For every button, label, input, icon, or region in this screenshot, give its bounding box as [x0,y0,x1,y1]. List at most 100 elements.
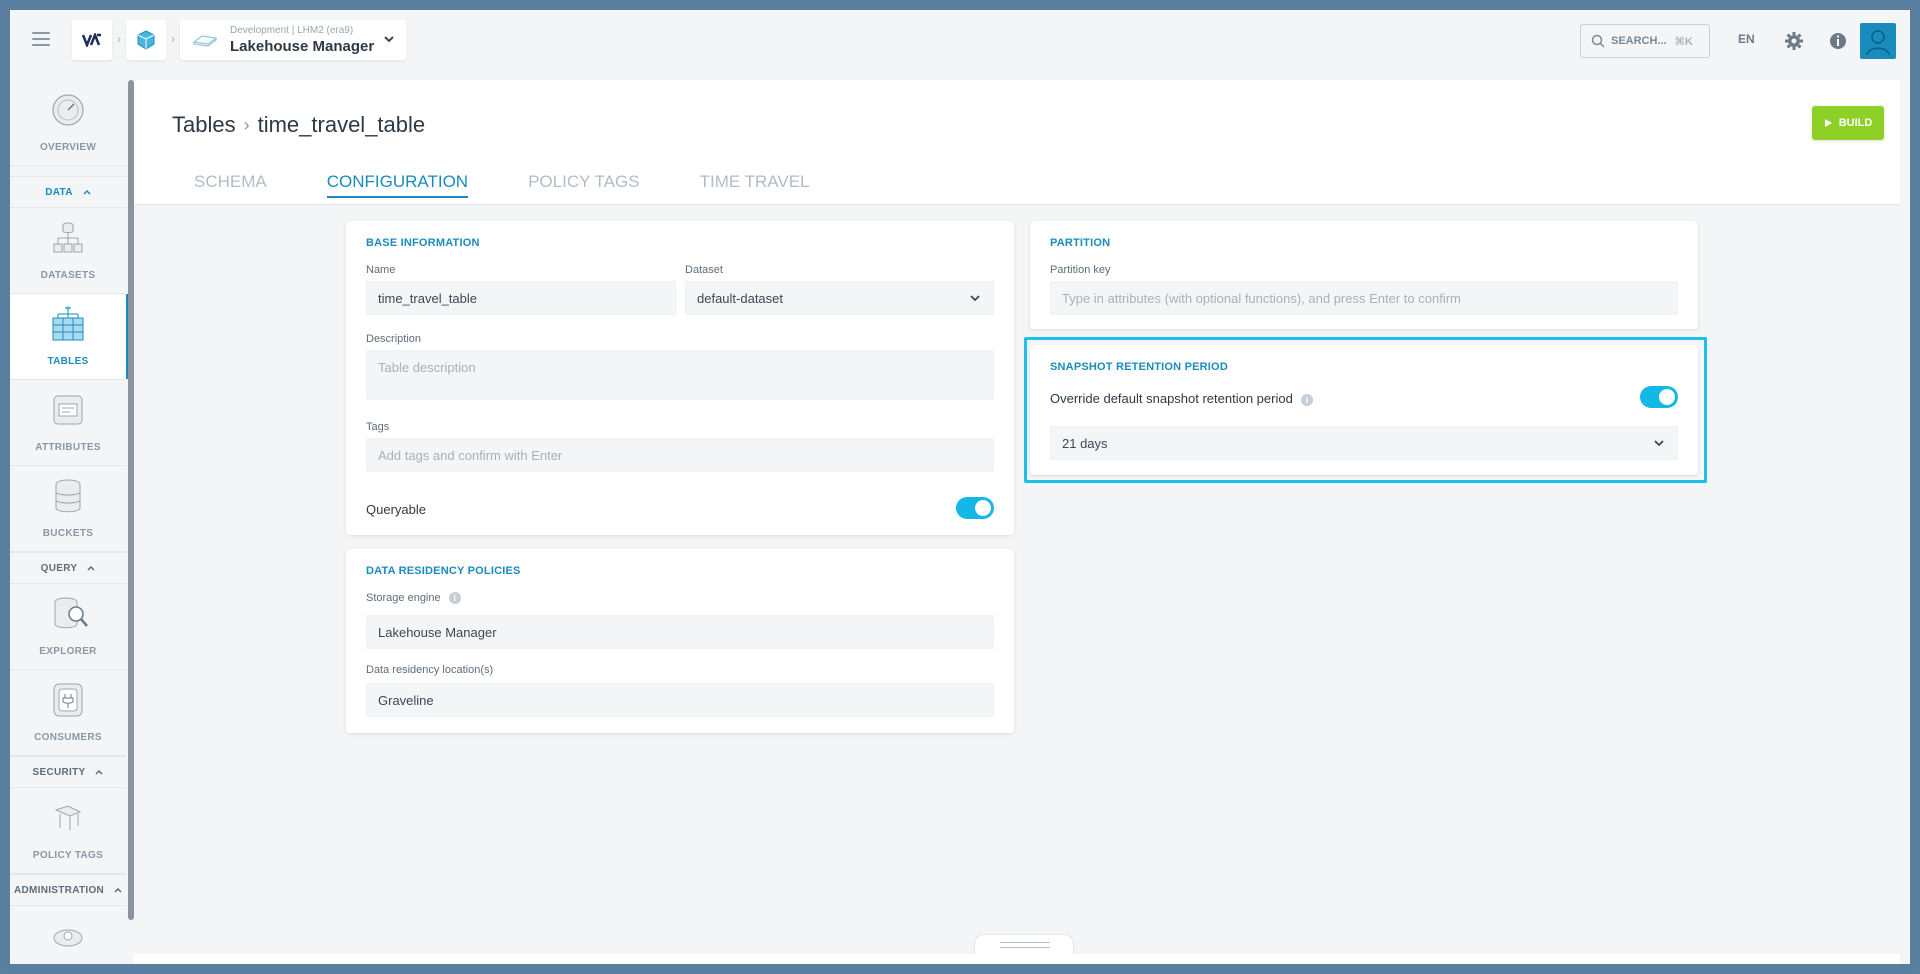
language-selector[interactable]: EN [1738,32,1755,46]
attributes-icon [53,395,83,425]
breadcrumb: Tables › time_travel_table [172,112,425,138]
sidebar-item-overview[interactable]: OVERVIEW [10,80,126,166]
queryable-toggle[interactable] [956,497,994,519]
partition-card: PARTITION Partition key Type in attribut… [1030,221,1698,329]
sidebar-item-administration[interactable] [10,906,126,964]
search-input[interactable]: SEARCH... ⌘K [1580,24,1710,58]
environment-label: Development | LHM2 (era9) [230,25,354,36]
tags-input[interactable]: Add tags and confirm with Enter [366,438,994,472]
search-shortcut: ⌘K [1674,35,1693,48]
name-field[interactable]: time_travel_table [366,281,676,315]
sidebar-item-label: EXPLORER [39,646,97,657]
main-panel: Tables › time_travel_table BUILD SCHEMA … [134,80,1900,964]
build-label: BUILD [1838,117,1873,129]
logo-icon [81,33,101,47]
sidebar-item-tables[interactable]: TABLES [10,294,130,380]
sidebar-section-data[interactable]: DATA [10,176,126,208]
project-selector[interactable]: Development | LHM2 (era9) Lakehouse Mana… [180,20,406,60]
chevron-up-icon [87,565,95,571]
dataset-label: Dataset [685,264,723,276]
sidebar-item-explorer[interactable]: EXPLORER [10,584,126,670]
sidebar-item-attributes[interactable]: ATTRIBUTES [10,380,126,466]
gear-icon[interactable] [1783,30,1805,52]
partition-key-input[interactable]: Type in attributes (with optional functi… [1050,281,1678,315]
chevron-up-icon [114,887,122,893]
section-label: QUERY [40,562,78,574]
lakehouse-icon [192,35,218,47]
cube-icon [137,30,155,50]
chevron-up-icon [95,769,104,775]
sidebar-item-datasets[interactable]: DATASETS [10,208,126,294]
tags-icon [54,805,82,830]
module-icon-box[interactable] [126,20,166,60]
sidebar-item-buckets[interactable]: BUCKETS [10,466,126,552]
project-name: Lakehouse Manager [230,38,375,55]
section-label: SECURITY [32,766,86,778]
sidebar-item-label: OVERVIEW [39,142,97,153]
tab-time-travel[interactable]: TIME TRAVEL [700,172,810,198]
tags-label: Tags [366,421,390,433]
tab-bar: SCHEMA CONFIGURATION POLICY TAGS TIME TR… [194,172,870,198]
storage-engine-field: Lakehouse Manager [366,615,994,649]
storage-engine-label: Storage engine i [366,592,461,605]
tables-icon [52,306,84,341]
info-icon[interactable] [1827,30,1849,52]
sidebar-item-label: ATTRIBUTES [35,442,101,453]
description-label: Description [366,333,422,345]
sidebar-item-label: BUCKETS [42,528,94,539]
chevron-up-icon [83,189,91,195]
gauge-icon [52,94,84,126]
chevron-right-icon: › [117,32,121,46]
chevron-right-icon: › [243,114,250,135]
breadcrumb-current: time_travel_table [257,112,426,137]
base-information-card: BASE INFORMATION Name time_travel_table … [346,221,1014,535]
drawer-handle[interactable] [974,934,1074,954]
explorer-icon [54,597,88,629]
tab-schema[interactable]: SCHEMA [194,172,267,198]
top-bar: › › Development | LHM2 (era9) Lakehouse … [10,10,1910,80]
chevron-down-icon [384,36,394,43]
menu-icon[interactable] [32,32,50,46]
queryable-label: Queryable [366,502,426,517]
dataset-value: default-dataset [697,290,784,306]
breadcrumb-root[interactable]: Tables [172,112,236,138]
sidebar-section-security[interactable]: SECURITY [10,756,126,788]
card-title: BASE INFORMATION [366,237,480,249]
sidebar-item-label: DATASETS [40,270,96,281]
configuration-content: BASE INFORMATION Name time_travel_table … [134,205,1900,954]
plug-icon [53,683,83,717]
section-label: DATA [45,186,73,198]
chevron-right-icon: › [171,32,175,46]
sidebar-section-query[interactable]: QUERY [10,552,126,584]
chevron-down-icon [970,295,980,302]
info-icon[interactable]: i [448,592,461,605]
build-button[interactable]: BUILD [1812,106,1884,140]
buckets-icon [55,479,81,513]
sidebar-item-label: CONSUMERS [34,732,102,743]
partition-key-label: Partition key [1050,264,1111,276]
card-title: PARTITION [1050,237,1111,249]
play-icon [1824,119,1832,127]
user-icon [1866,30,1890,56]
tab-policy-tags[interactable]: POLICY TAGS [528,172,640,198]
sidebar-section-administration[interactable]: ADMINISTRATION [10,874,126,906]
tab-configuration[interactable]: CONFIGURATION [326,172,469,198]
search-icon [1591,34,1605,48]
app-window: › › Development | LHM2 (era9) Lakehouse … [0,0,1920,974]
avatar[interactable] [1860,23,1896,59]
sidebar-item-policy-tags[interactable]: POLICY TAGS [10,788,126,874]
sidebar-item-label: TABLES [47,356,89,367]
section-label: ADMINISTRATION [13,884,105,896]
page-header: Tables › time_travel_table BUILD SCHEMA … [134,80,1900,205]
platform-logo[interactable] [72,20,112,60]
sidebar-item-consumers[interactable]: CONSUMERS [10,670,126,756]
search-placeholder: SEARCH... [1611,35,1667,47]
sidebar: OVERVIEW DATA DATASETS TABLES ATTRIBUTES… [10,80,130,964]
description-field[interactable]: Table description [366,350,994,400]
residency-location-field: Graveline [366,683,994,717]
dataset-select[interactable]: default-dataset [685,281,994,315]
residency-location-label: Data residency location(s) [366,664,494,676]
focus-highlight [1024,337,1707,483]
card-title: DATA RESIDENCY POLICIES [366,565,521,577]
datasets-icon [53,222,83,253]
